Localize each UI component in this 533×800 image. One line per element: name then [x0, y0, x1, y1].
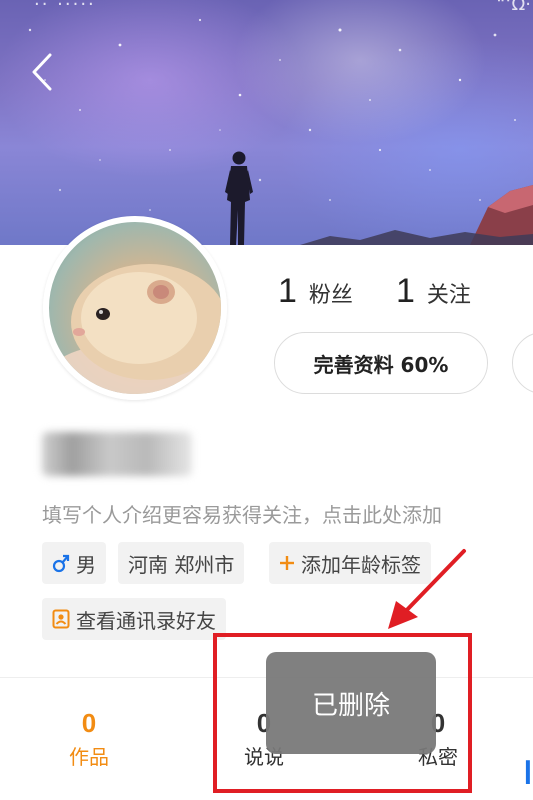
person-silhouette: [225, 151, 253, 245]
back-arrow-icon: [32, 53, 52, 91]
followers-label: 粉丝: [308, 283, 353, 308]
male-icon: [52, 553, 70, 573]
annotation-highlight-box: [213, 633, 472, 793]
starry-sky: [28, 18, 516, 211]
tab-works[interactable]: 0 作品: [44, 708, 134, 770]
distant-mountains: [300, 230, 533, 245]
following-stat[interactable]: 1 关注: [396, 272, 471, 311]
contacts-tag-label: 查看通讯录好友: [76, 608, 216, 633]
following-label: 关注: [426, 283, 471, 308]
profile-screen: ·· ····· “‘Ω· 1 粉丝 1 关注 完善资料 60% 填写个人介绍更…: [0, 0, 533, 800]
plus-icon: [279, 555, 295, 571]
blurred-username: [42, 432, 192, 476]
complete-profile-button[interactable]: 完善资料 60%: [274, 332, 488, 394]
tab-works-label: 作品: [69, 745, 109, 769]
status-right: “‘Ω·: [496, 0, 531, 15]
contacts-tag[interactable]: 查看通讯录好友: [42, 598, 226, 640]
status-left: ·· ·····: [34, 0, 96, 15]
tab-works-count: 0: [81, 708, 97, 738]
bio-placeholder[interactable]: 填写个人介绍更容易获得关注，点击此处添加: [42, 499, 533, 528]
followers-stat[interactable]: 1 粉丝: [278, 272, 353, 311]
side-action-button[interactable]: [512, 332, 533, 394]
profile-banner[interactable]: ·· ····· “‘Ω·: [0, 0, 533, 245]
location-tag[interactable]: 河南 郑州市: [118, 542, 245, 584]
location-tag-label: 河南 郑州市: [128, 552, 235, 577]
avatar[interactable]: [43, 216, 227, 400]
following-count: 1: [396, 272, 415, 310]
status-bar: ·· ····· “‘Ω·: [0, 0, 533, 15]
hamster-photo: [51, 264, 221, 394]
gender-tag[interactable]: 男: [42, 542, 106, 584]
contacts-icon: [52, 609, 70, 629]
back-button[interactable]: [22, 52, 62, 92]
gender-tag-label: 男: [76, 552, 96, 577]
annotation-arrow-icon: [388, 549, 466, 629]
edge-partial-item: ▎: [526, 760, 533, 784]
followers-count: 1: [278, 272, 297, 310]
